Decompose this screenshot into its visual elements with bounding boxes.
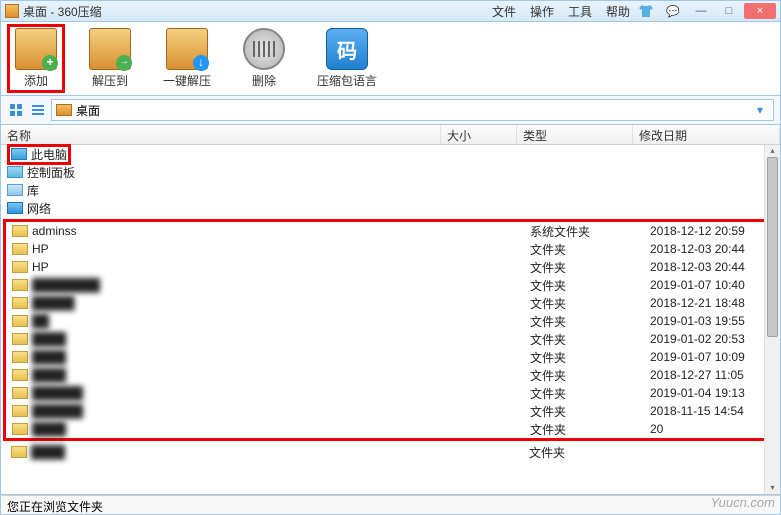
address-row: 桌面 ▾: [0, 96, 781, 125]
menu-tool[interactable]: 工具: [568, 3, 592, 20]
folder-icon: [12, 315, 28, 327]
minimize-button[interactable]: —: [688, 3, 714, 19]
window-controls: 💬 — □ ×: [660, 3, 776, 19]
location-tree: 此电脑 控制面板 库 网络: [1, 145, 780, 217]
address-box[interactable]: 桌面 ▾: [51, 99, 774, 121]
statusbar: 您正在浏览文件夹: [0, 495, 781, 515]
view-list-button[interactable]: [29, 101, 47, 119]
one-click-label: 一键解压: [163, 72, 211, 89]
col-type[interactable]: 类型: [517, 125, 633, 144]
delete-button[interactable]: 删除: [237, 26, 291, 91]
folder-icon: [12, 405, 28, 417]
address-text: 桌面: [76, 102, 751, 119]
control-panel-icon: [7, 166, 23, 178]
tree-network[interactable]: 网络: [1, 199, 780, 217]
table-row[interactable]: █████ 文件夹 2018-12-21 18:48: [6, 294, 775, 312]
table-row[interactable]: ████ 文件夹 2018-12-27 11:05: [6, 366, 775, 384]
folder-icon: [12, 369, 28, 381]
folder-icon: [11, 446, 27, 458]
extract-icon: [89, 28, 131, 70]
file-list-panel: 名称 大小 类型 修改日期 此电脑 控制面板 库 网络 adminss 系统文件…: [0, 125, 781, 495]
menu-bar: 文件 操作 工具 帮助: [492, 3, 630, 20]
table-row[interactable]: HP 文件夹 2018-12-03 20:44: [6, 240, 775, 258]
column-headers: 名称 大小 类型 修改日期: [1, 125, 780, 145]
toolbar: 添加 解压到 一键解压 删除 压缩包语言: [0, 22, 781, 96]
table-row[interactable]: ██████ 文件夹 2018-11-15 14:54: [6, 402, 775, 420]
delete-icon: [243, 28, 285, 70]
folder-icon: [12, 387, 28, 399]
folder-icon: [12, 261, 28, 273]
scroll-down-icon[interactable]: ▾: [765, 482, 780, 494]
menu-operation[interactable]: 操作: [530, 3, 554, 20]
add-label: 添加: [24, 72, 48, 89]
table-row[interactable]: adminss 系统文件夹 2018-12-12 20:59: [6, 222, 775, 240]
col-size[interactable]: 大小: [441, 125, 517, 144]
folder-icon: [12, 243, 28, 255]
folder-icon: [12, 351, 28, 363]
watermark: Yuucn.com: [710, 495, 775, 510]
language-icon: [326, 28, 368, 70]
feedback-button[interactable]: 💬: [660, 3, 686, 19]
skin-icon[interactable]: [638, 3, 654, 19]
desktop-icon: [56, 104, 72, 116]
library-icon: [7, 184, 23, 196]
col-name[interactable]: 名称: [1, 125, 441, 144]
menu-file[interactable]: 文件: [492, 3, 516, 20]
folder-icon: [12, 225, 28, 237]
view-icons-button[interactable]: [7, 101, 25, 119]
scroll-up-icon[interactable]: ▴: [765, 145, 780, 157]
table-row[interactable]: ████ 文件夹: [1, 443, 780, 461]
delete-label: 删除: [252, 72, 276, 89]
language-label: 压缩包语言: [317, 72, 377, 89]
extract-to-label: 解压到: [92, 72, 128, 89]
col-date[interactable]: 修改日期: [633, 125, 780, 144]
file-rows: adminss 系统文件夹 2018-12-12 20:59 HP 文件夹 20…: [3, 219, 778, 441]
folder-icon: [12, 279, 28, 291]
tree-network-label: 网络: [27, 200, 51, 217]
folder-icon: [12, 333, 28, 345]
tree-control-panel-label: 控制面板: [27, 164, 75, 181]
table-row[interactable]: ██ 文件夹 2019-01-03 19:55: [6, 312, 775, 330]
close-button[interactable]: ×: [744, 3, 776, 19]
tree-this-pc[interactable]: 此电脑: [1, 145, 780, 163]
table-row[interactable]: ██████ 文件夹 2019-01-04 19:13: [6, 384, 775, 402]
pc-icon: [11, 148, 27, 160]
one-click-extract-button[interactable]: 一键解压: [157, 26, 217, 91]
table-row[interactable]: HP 文件夹 2018-12-03 20:44: [6, 258, 775, 276]
tree-library-label: 库: [27, 182, 39, 199]
address-dropdown-icon[interactable]: ▾: [751, 103, 769, 117]
network-icon: [7, 202, 23, 214]
scroll-thumb[interactable]: [767, 157, 778, 337]
menu-help[interactable]: 帮助: [606, 3, 630, 20]
titlebar: 桌面 - 360压缩 文件 操作 工具 帮助 💬 — □ ×: [0, 0, 781, 22]
tree-control-panel[interactable]: 控制面板: [1, 163, 780, 181]
window-title: 桌面 - 360压缩: [23, 3, 492, 20]
maximize-button[interactable]: □: [716, 3, 742, 19]
folder-icon: [12, 297, 28, 309]
table-row[interactable]: ████ 文件夹 2019-01-07 10:09: [6, 348, 775, 366]
tree-this-pc-label: 此电脑: [31, 146, 67, 163]
tree-library[interactable]: 库: [1, 181, 780, 199]
one-click-icon: [166, 28, 208, 70]
add-button[interactable]: 添加: [9, 26, 63, 91]
table-row[interactable]: ████ 文件夹 20: [6, 420, 775, 438]
extract-to-button[interactable]: 解压到: [83, 26, 137, 91]
add-icon: [15, 28, 57, 70]
scrollbar[interactable]: ▴ ▾: [764, 145, 780, 494]
app-icon: [5, 4, 19, 18]
table-row[interactable]: ████ 文件夹 2019-01-02 20:53: [6, 330, 775, 348]
folder-icon: [12, 423, 28, 435]
language-button[interactable]: 压缩包语言: [311, 26, 383, 91]
table-row[interactable]: ████████ 文件夹 2019-01-07 10:40: [6, 276, 775, 294]
